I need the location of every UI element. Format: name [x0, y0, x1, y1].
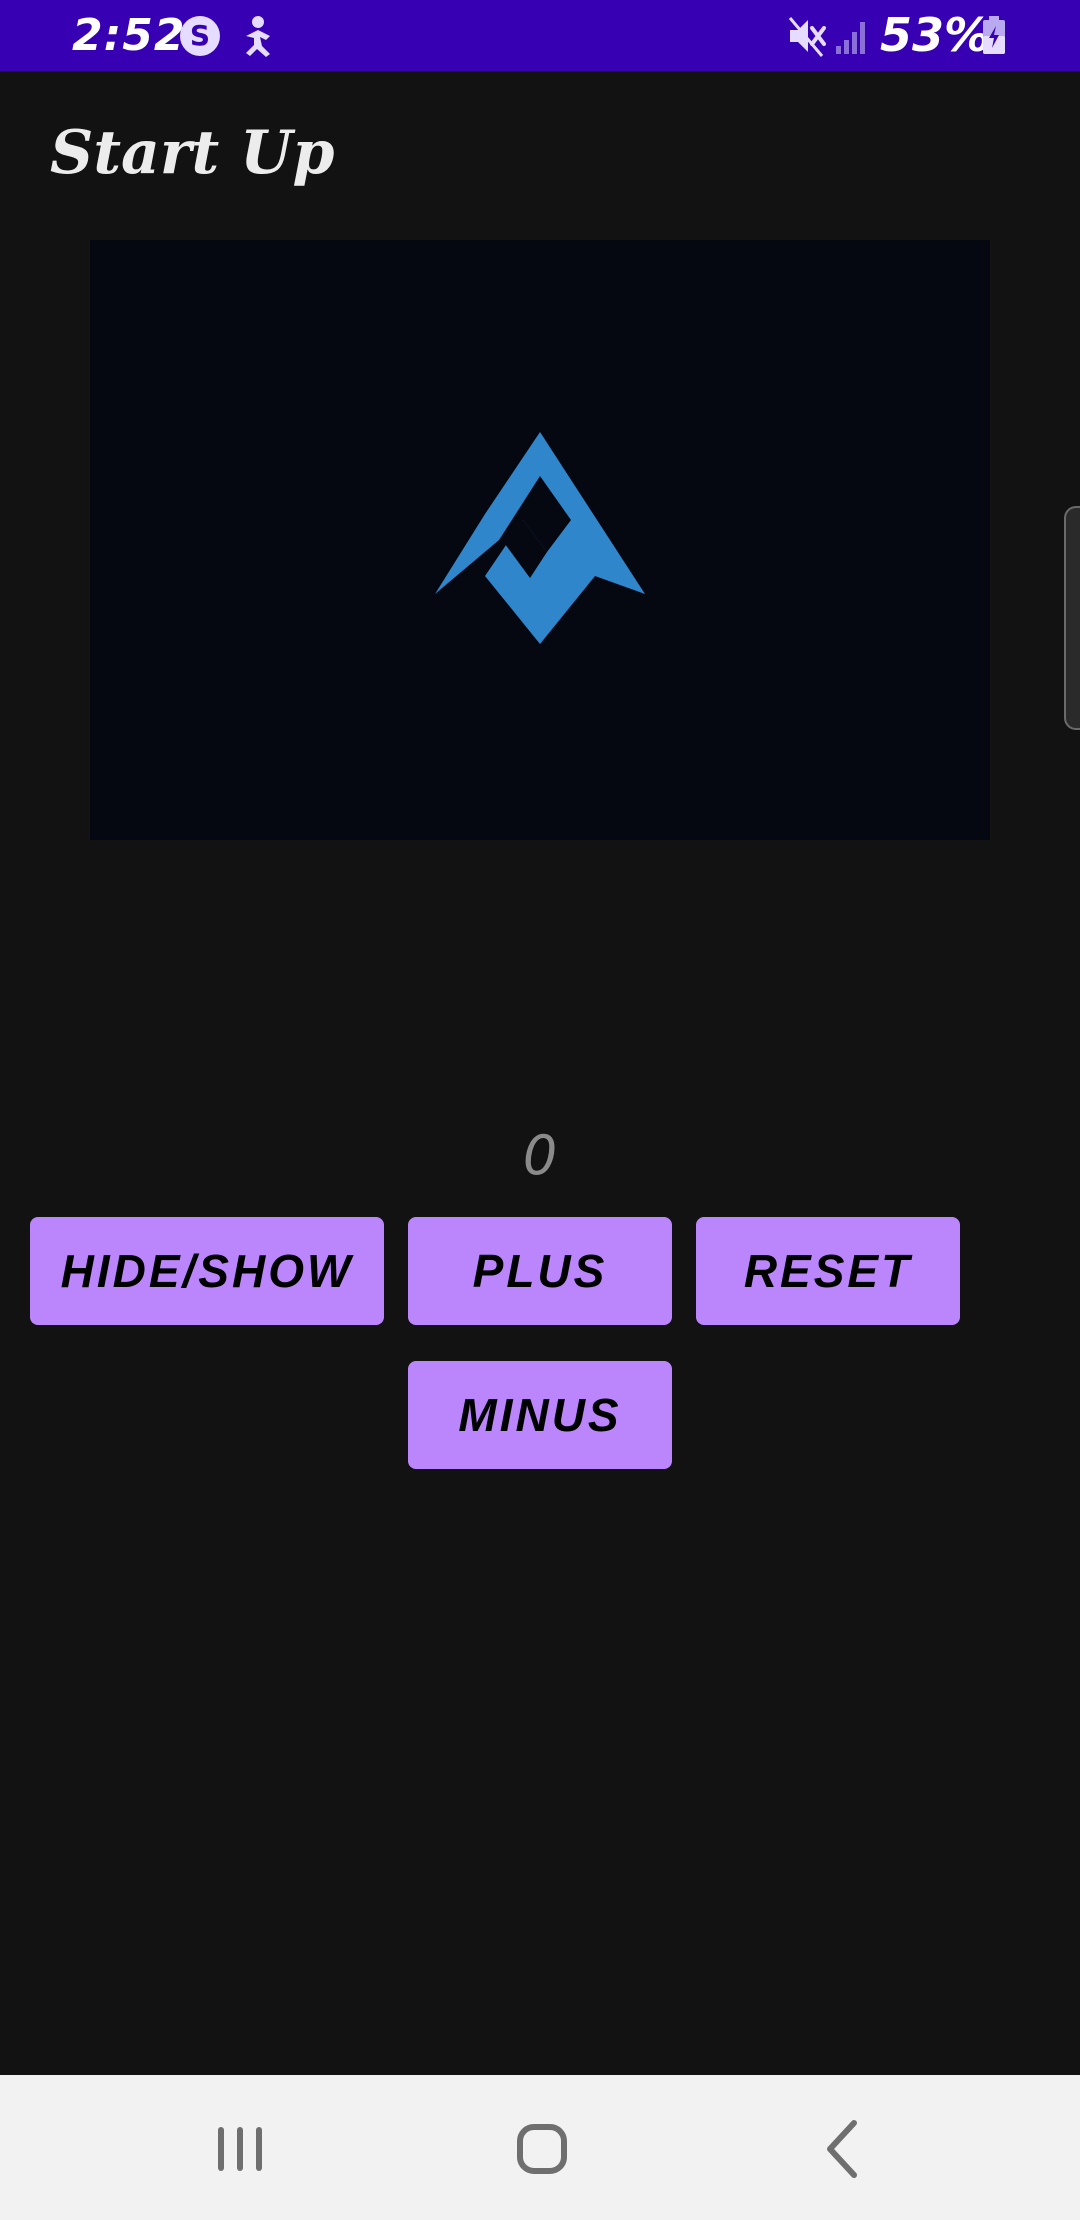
home-icon[interactable] — [492, 2099, 592, 2199]
minus-button[interactable]: MINUS — [408, 1361, 672, 1469]
battery-icon — [983, 16, 1005, 54]
app-screen: 2:52 S 53% Start Up 0 HIDE/SHOW PLUS RES… — [0, 0, 1080, 2220]
navigation-bar — [0, 2075, 1080, 2220]
logo-icon — [435, 432, 645, 644]
battery-percent: 53% — [880, 8, 991, 62]
plus-button[interactable]: PLUS — [408, 1217, 672, 1325]
signal-icon — [836, 22, 865, 54]
mute-icon — [788, 17, 826, 57]
status-time: 2:52 — [72, 10, 186, 61]
back-icon[interactable] — [794, 2099, 894, 2199]
counter-value: 0 — [522, 1124, 558, 1187]
hide-show-button[interactable]: HIDE/SHOW — [30, 1217, 384, 1325]
figure-icon — [246, 16, 270, 57]
recent-apps-icon[interactable] — [190, 2099, 290, 2199]
reset-button[interactable]: RESET — [696, 1217, 960, 1325]
app-title: Start Up — [50, 118, 335, 188]
edge-panel-handle[interactable] — [1064, 506, 1080, 730]
status-bar: 2:52 S 53% — [0, 0, 1080, 71]
s-circle-icon: S — [180, 16, 220, 56]
